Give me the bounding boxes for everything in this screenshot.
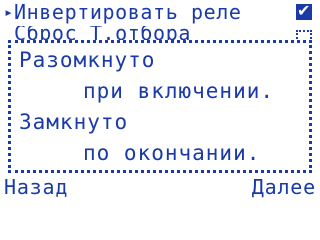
info-popup: Разомкнуто при включении. Замкнуто по ок… bbox=[8, 40, 312, 173]
popup-line: по окончании. bbox=[83, 141, 261, 165]
back-button[interactable]: Назад bbox=[4, 176, 68, 198]
next-button[interactable]: Далее bbox=[252, 176, 316, 198]
selection-pointer-icon: ▸ bbox=[4, 3, 14, 21]
popup-line: при включении. bbox=[83, 79, 275, 103]
menu-item-reset-timer[interactable]: Сброс Т.отбора bbox=[4, 26, 191, 40]
popup-line: Замкнуто bbox=[19, 110, 129, 134]
popup-line: Разомкнуто bbox=[19, 48, 156, 72]
menu-item-label: Инвертировать реле bbox=[14, 0, 242, 24]
checkmark-icon: ✔ bbox=[297, 1, 311, 20]
menu-item-invert-relay[interactable]: ▸ Инвертировать реле bbox=[4, 2, 242, 22]
menu-item-label: Сброс Т.отбора bbox=[14, 26, 191, 40]
device-screen: ▸ Инвертировать реле ✔ Сброс Т.отбора Ра… bbox=[0, 0, 320, 200]
checkbox-checked-icon[interactable]: ✔ bbox=[296, 1, 312, 20]
